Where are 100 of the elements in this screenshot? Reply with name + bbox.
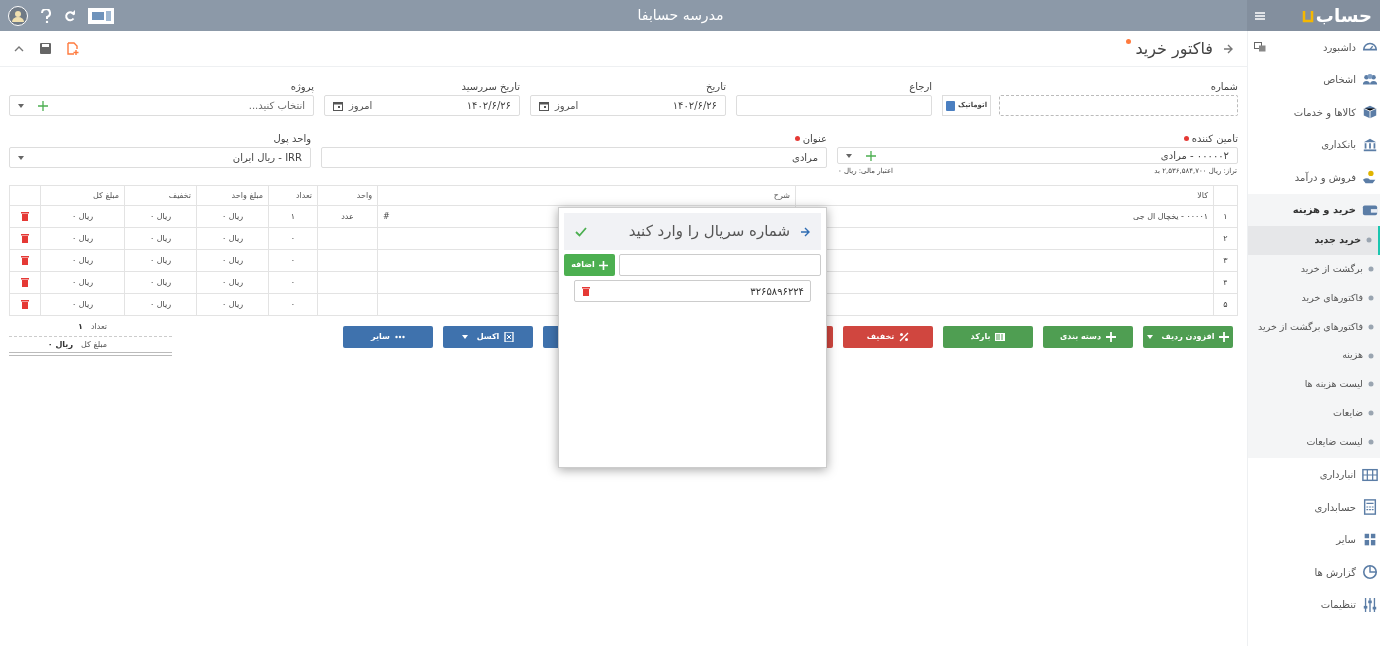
action-button[interactable]: تخفیف: [843, 326, 933, 348]
select-field[interactable]: IRR - ریال ایران: [9, 147, 311, 168]
sidebar-item[interactable]: کالاها و خدمات: [1287, 96, 1380, 129]
sidebar-item[interactable]: انبارداری: [1313, 458, 1380, 491]
collapse-icon[interactable]: [14, 45, 24, 52]
column-header: تعداد: [268, 185, 318, 206]
trash-icon[interactable]: [582, 286, 590, 296]
page-title: فاکتور خرید: [1135, 37, 1213, 61]
column-header: کالا: [795, 185, 1214, 206]
text-field[interactable]: مرادی: [321, 147, 827, 168]
plus-icon: [598, 260, 608, 270]
field-label: تاریخ: [706, 79, 726, 94]
refresh-icon[interactable]: [64, 9, 76, 22]
back-arrow-icon[interactable]: [1223, 43, 1233, 54]
logo-mark-icon: [1301, 8, 1314, 23]
bullet-icon: [1368, 410, 1374, 417]
sidebar-item[interactable]: داشبورد: [1316, 31, 1380, 64]
file-add-icon[interactable]: [67, 42, 79, 55]
today-link[interactable]: امروز: [549, 98, 579, 113]
select-placeholder: انتخاب کنید...: [247, 99, 306, 113]
table-cell: ریال ۰: [196, 271, 269, 294]
plus-icon[interactable]: [866, 150, 876, 161]
table-cell: ۱: [268, 205, 318, 228]
calculator-icon: [1362, 499, 1378, 516]
checkbox[interactable]: [946, 100, 955, 111]
table-cell: ریال ۰: [196, 293, 269, 316]
calendar-icon[interactable]: [539, 100, 549, 111]
caret-icon: [1146, 335, 1153, 339]
sidebar-subitem[interactable]: هزینه: [1248, 341, 1380, 370]
pie-icon: [1362, 564, 1378, 581]
table-cell: ۰: [268, 271, 318, 294]
table-cell: ۰: [268, 293, 318, 316]
column-header: واحد: [317, 185, 378, 206]
bullet-icon: [1368, 352, 1374, 359]
sidebar-subitem[interactable]: ضایعات: [1248, 398, 1380, 428]
sidebar-subitem[interactable]: لیست هزینه ها: [1248, 370, 1380, 399]
action-button[interactable]: سایر: [343, 326, 433, 348]
plus-icon: [1106, 332, 1117, 342]
table-cell: ۰: [268, 249, 318, 272]
text-field[interactable]: [736, 95, 932, 116]
trash-icon[interactable]: [21, 212, 29, 221]
sidebar-subitem[interactable]: لیست ضایعات: [1248, 427, 1380, 457]
column-header: مبلغ واحد: [196, 185, 269, 206]
back-arrow-icon[interactable]: [800, 226, 810, 237]
row-number: ۵: [1213, 293, 1238, 316]
row-number: ۲: [1213, 227, 1238, 250]
sidebar-item[interactable]: سایر: [1330, 523, 1380, 556]
sidebar-item[interactable]: اشخاص: [1317, 63, 1380, 96]
row-number: ۴: [1213, 271, 1238, 294]
serial-input[interactable]: [619, 254, 821, 276]
avatar-icon[interactable]: [8, 5, 28, 26]
sidebar-subitem[interactable]: خرید جدید: [1248, 226, 1380, 255]
today-link[interactable]: امروز: [343, 98, 373, 113]
sidebar-item[interactable]: فروش و درآمد: [1288, 161, 1380, 194]
caret-icon[interactable]: [18, 103, 24, 108]
calendar-icon[interactable]: [333, 100, 343, 111]
trash-icon[interactable]: [21, 278, 29, 287]
select-value: ۰۰۰۰۰۲ - مرادی: [1159, 149, 1230, 163]
total-value: ۱: [78, 321, 83, 333]
sidebar-subitem[interactable]: فاکتورهای برگشت از خرید: [1248, 312, 1380, 342]
sidebar-item[interactable]: گزارش ها: [1308, 555, 1380, 589]
trash-icon[interactable]: [21, 300, 29, 309]
serial-number: ۳۲۶۵۸۹۶۲۲۴: [749, 284, 804, 299]
sidebar-item[interactable]: بانکداری: [1315, 128, 1380, 161]
table-cell: ریال ۰: [124, 227, 197, 250]
spreadsheet-icon: [504, 332, 515, 342]
save-icon[interactable]: [40, 43, 51, 54]
sidebar-item[interactable]: تنظیمات: [1314, 588, 1380, 621]
table-cell: ریال ۰: [40, 293, 125, 316]
total-label: تعداد: [90, 321, 107, 333]
plus-icon: [1219, 332, 1230, 342]
date-field[interactable]: ۱۴۰۲/۶/۲۶ امروز: [530, 95, 726, 116]
sidebar-subitem[interactable]: فاکتورهای خرید: [1248, 283, 1380, 313]
trash-icon[interactable]: [21, 234, 29, 243]
check-icon[interactable]: [575, 226, 587, 237]
date-value: ۱۴۰۲/۶/۲۶: [671, 99, 718, 113]
image-thumbnail-icon[interactable]: [88, 7, 114, 24]
logo-text: حساب: [1315, 4, 1372, 28]
number-field[interactable]: [999, 95, 1238, 116]
sidebar-subitem[interactable]: برگشت از خرید: [1248, 254, 1380, 284]
select-field[interactable]: انتخاب کنید...: [9, 95, 314, 116]
column-header: مبلغ کل: [40, 185, 125, 206]
table-cell: ریال ۰: [124, 249, 197, 272]
select-field[interactable]: ۰۰۰۰۰۲ - مرادی: [837, 147, 1238, 164]
table-cell: ۰: [268, 227, 318, 250]
action-button[interactable]: اکسل: [443, 326, 533, 348]
date-field[interactable]: ۱۴۰۲/۶/۲۶ امروز: [324, 95, 520, 116]
trash-icon[interactable]: [21, 256, 29, 265]
sidebar-item[interactable]: حسابداری: [1308, 490, 1380, 524]
total-label: مبلغ کل: [81, 338, 107, 351]
plus-icon[interactable]: [38, 100, 48, 111]
field-label: شماره: [1210, 79, 1238, 94]
caret-icon[interactable]: [846, 153, 852, 158]
select-value: IRR - ریال ایران: [231, 151, 303, 165]
menu-icon[interactable]: [1255, 10, 1265, 21]
barcode-icon: [995, 332, 1006, 342]
windows-icon[interactable]: [1254, 42, 1266, 53]
table-cell: عدد: [317, 205, 378, 228]
help-icon[interactable]: [40, 8, 52, 23]
caret-icon[interactable]: [18, 155, 24, 160]
